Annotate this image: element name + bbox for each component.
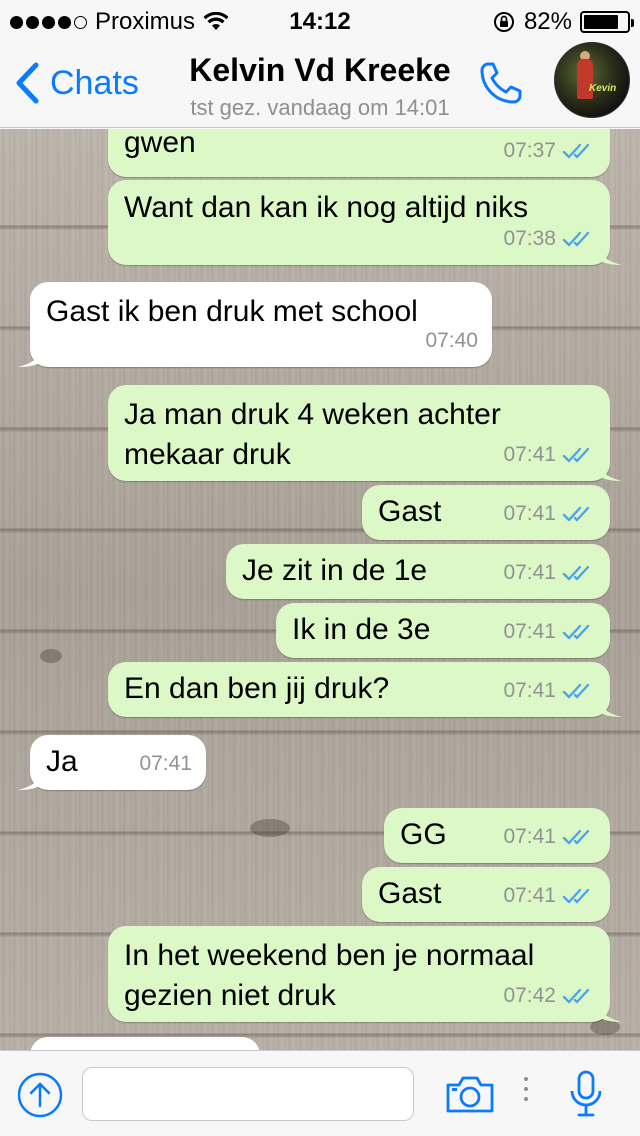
call-button[interactable] [476, 58, 526, 113]
message-bubble-outgoing[interactable]: In het weekend ben je normaal gezien nie… [108, 926, 622, 1022]
read-receipt-icon [562, 565, 590, 581]
bubble-tail [598, 697, 622, 717]
read-receipt-icon [562, 888, 590, 904]
contact-avatar[interactable]: Kevin [554, 42, 630, 118]
message-bubble-partial[interactable] [30, 1037, 260, 1050]
message-time: 07:41 [503, 620, 556, 643]
message-time: 07:41 [503, 884, 556, 907]
message-bubble-incoming[interactable]: Gast ik ben druk met school 07:40 [18, 282, 492, 367]
message-meta: 07:40 [425, 321, 478, 361]
bubble-tail [18, 347, 42, 367]
message-bubble-outgoing[interactable]: Gast 07:41 [362, 485, 610, 540]
message-text: Gast ik ben druk met school [46, 295, 418, 328]
read-receipt-icon [562, 829, 590, 845]
read-receipt-icon [562, 447, 590, 463]
phone-icon [480, 62, 522, 104]
wood-knot [250, 819, 290, 837]
message-meta: 07:41 [503, 553, 596, 593]
read-receipt-icon [562, 988, 590, 1004]
attach-button[interactable] [16, 1071, 64, 1124]
message-time: 07:41 [503, 561, 556, 584]
bubble-tail [18, 770, 42, 790]
status-bar: Proximus 14:12 82% [0, 0, 640, 40]
battery-fill [584, 15, 619, 29]
message-time: 07:41 [139, 752, 192, 775]
message-meta: 07:41 [503, 612, 596, 652]
read-receipt-icon [562, 683, 590, 699]
chat-area[interactable]: gwen 07:37 Want dan kan ik nog altijd niks… [0, 129, 640, 1050]
message-time: 07:41 [503, 825, 556, 848]
message-meta: 07:42 [503, 976, 596, 1016]
bubble-tail [598, 245, 622, 265]
message-bubble-outgoing[interactable]: gwen 07:37 [108, 129, 610, 177]
message-time: 07:37 [503, 139, 556, 162]
bubble-tail [598, 1002, 622, 1022]
read-receipt-icon [562, 624, 590, 640]
last-seen: tst gez. vandaag om 14:01 [190, 95, 450, 120]
message-meta: 07:41 [503, 876, 596, 916]
contact-name: Kelvin Vd Kreeke [189, 52, 451, 88]
read-receipt-icon [562, 231, 590, 247]
message-time: 07:41 [503, 502, 556, 525]
battery-percent: 82% [523, 8, 572, 35]
message-time: 07:41 [503, 443, 556, 466]
message-meta: 07:38 [503, 219, 596, 259]
message-time: 07:40 [425, 329, 478, 352]
message-bubble-outgoing[interactable]: Ja man druk 4 weken achter mekaar druk 07… [108, 385, 622, 481]
message-bubble-outgoing[interactable]: En dan ben jij druk? 07:41 [108, 662, 622, 717]
camera-button[interactable] [444, 1073, 496, 1120]
message-bubble-incoming[interactable]: Ja 07:41 [18, 735, 206, 790]
battery-icon [580, 11, 634, 33]
message-bubble-outgoing[interactable]: Gast 07:41 [362, 867, 610, 922]
message-meta: 07:41 [503, 671, 596, 711]
chevron-left-icon [16, 62, 39, 104]
upload-icon [17, 1072, 63, 1118]
more-icon[interactable] [524, 1077, 528, 1101]
microphone-icon [570, 1070, 602, 1117]
message-bubble-outgoing[interactable]: Ik in de 3e 07:41 [276, 603, 610, 658]
wood-knot [40, 649, 62, 663]
message-meta: 07:41 [503, 494, 596, 534]
back-label: Chats [50, 63, 139, 102]
message-input[interactable] [82, 1067, 414, 1121]
read-receipt-icon [562, 506, 590, 522]
rotation-lock-icon [493, 12, 514, 32]
message-bubble-outgoing[interactable]: Je zit in de 1e 07:41 [226, 544, 610, 599]
avatar-logo: Kevin [589, 83, 617, 94]
message-meta: 07:37 [503, 131, 596, 171]
message-bubble-outgoing[interactable]: Want dan kan ik nog altijd niks 07:38 [108, 180, 622, 265]
microphone-button[interactable] [566, 1069, 606, 1124]
camera-icon [446, 1076, 494, 1113]
chat-header: Chats Kelvin Vd Kreeke tst gez. vandaag … [0, 40, 640, 128]
bubble-tail [598, 461, 622, 481]
message-meta: 07:41 [139, 744, 192, 784]
message-time: 07:42 [503, 984, 556, 1007]
input-bar [0, 1050, 640, 1136]
message-meta: 07:41 [503, 817, 596, 857]
message-bubble-outgoing[interactable]: GG 07:41 [384, 808, 610, 863]
read-receipt-icon [562, 143, 590, 159]
status-right: 82% [492, 8, 634, 36]
message-time: 07:38 [503, 227, 556, 250]
message-time: 07:41 [503, 679, 556, 702]
contact-info[interactable]: Kelvin Vd Kreeke tst gez. vandaag om 14:… [140, 52, 500, 121]
message-meta: 07:41 [503, 435, 596, 475]
back-button[interactable]: Chats [14, 62, 139, 104]
